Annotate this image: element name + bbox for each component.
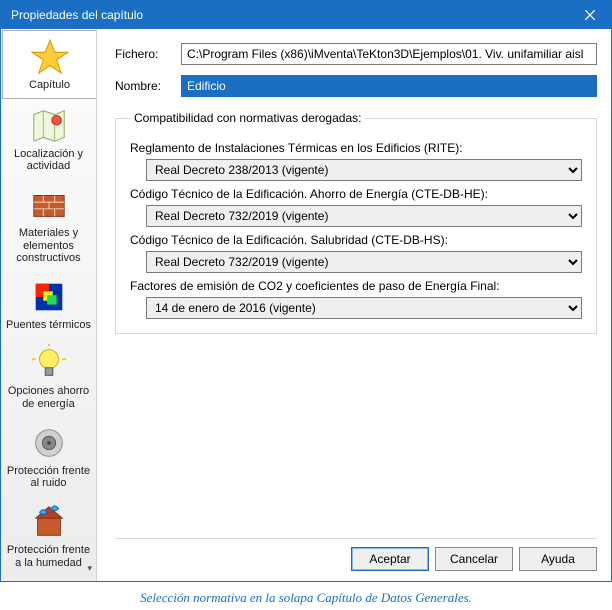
- cte-he-label: Código Técnico de la Edificación. Ahorro…: [130, 187, 582, 201]
- sidebar-item-label: Protección frente al ruido: [5, 465, 92, 490]
- sidebar-item-materiales[interactable]: Materiales y elementos constructivos: [1, 179, 96, 271]
- co2-select[interactable]: 14 de enero de 2016 (vigente): [146, 297, 582, 319]
- window-title: Propiedades del capítulo: [11, 8, 569, 22]
- spacer: [115, 334, 597, 538]
- humidity-icon: [29, 502, 69, 542]
- sidebar-item-label: Puentes térmicos: [5, 319, 92, 332]
- cte-hs-label: Código Técnico de la Edificación. Salubr…: [130, 233, 582, 247]
- name-input[interactable]: [181, 75, 597, 97]
- sidebar-item-proteccion-ruido[interactable]: Protección frente al ruido: [1, 417, 96, 496]
- co2-label: Factores de emisión de CO2 y coeficiente…: [130, 279, 582, 293]
- cte-he-select[interactable]: Real Decreto 732/2019 (vigente): [146, 205, 582, 227]
- figure-caption: Selección normativa en la solapa Capítul…: [0, 582, 612, 610]
- sidebar: Capítulo Localización y actividad Materi…: [1, 29, 97, 581]
- file-label: Fichero:: [115, 47, 181, 61]
- sidebar-item-label: Capítulo: [7, 79, 92, 92]
- file-input[interactable]: [181, 43, 597, 65]
- group-legend: Compatibilidad con normativas derogadas:: [130, 111, 365, 125]
- bricks-icon: [29, 185, 69, 225]
- row-fichero: Fichero:: [115, 43, 597, 65]
- dialog-window: Propiedades del capítulo Capítulo Locali…: [0, 0, 612, 582]
- sidebar-item-opciones-ahorro[interactable]: Opciones ahorro de energía: [1, 337, 96, 416]
- sidebar-item-label: Protección frente a la humedad: [5, 544, 92, 569]
- sidebar-item-label: Localización y actividad: [5, 148, 92, 173]
- dialog-body: Capítulo Localización y actividad Materi…: [1, 29, 611, 581]
- titlebar: Propiedades del capítulo: [1, 1, 611, 29]
- sidebar-item-capitulo[interactable]: Capítulo: [2, 30, 96, 99]
- sidebar-item-puentes[interactable]: Puentes térmicos: [1, 271, 96, 338]
- close-button[interactable]: [569, 1, 611, 29]
- main-panel: Fichero: Nombre: Compatibilidad con norm…: [97, 29, 611, 581]
- footer-buttons: Aceptar Cancelar Ayuda: [115, 538, 597, 575]
- sidebar-item-proteccion-humedad[interactable]: Protección frente a la humedad ▾: [1, 496, 96, 575]
- chevron-down-icon: ▾: [87, 563, 92, 573]
- sidebar-item-label: Materiales y elementos constructivos: [5, 227, 92, 265]
- accept-button[interactable]: Aceptar: [351, 547, 429, 571]
- cancel-button[interactable]: Cancelar: [435, 547, 513, 571]
- name-label: Nombre:: [115, 79, 181, 93]
- close-icon: [585, 10, 595, 20]
- rite-label: Reglamento de Instalaciones Térmicas en …: [130, 141, 582, 155]
- row-nombre: Nombre:: [115, 75, 597, 97]
- bulb-icon: [29, 343, 69, 383]
- speaker-icon: [29, 423, 69, 463]
- group-compatibilidad: Compatibilidad con normativas derogadas:…: [115, 111, 597, 334]
- help-button[interactable]: Ayuda: [519, 547, 597, 571]
- rite-select[interactable]: Real Decreto 238/2013 (vigente): [146, 159, 582, 181]
- cte-hs-select[interactable]: Real Decreto 732/2019 (vigente): [146, 251, 582, 273]
- sidebar-item-localizacion[interactable]: Localización y actividad: [1, 100, 96, 179]
- thermal-icon: [29, 277, 69, 317]
- sidebar-item-label: Opciones ahorro de energía: [5, 385, 92, 410]
- star-icon: [30, 37, 70, 77]
- map-icon: [29, 106, 69, 146]
